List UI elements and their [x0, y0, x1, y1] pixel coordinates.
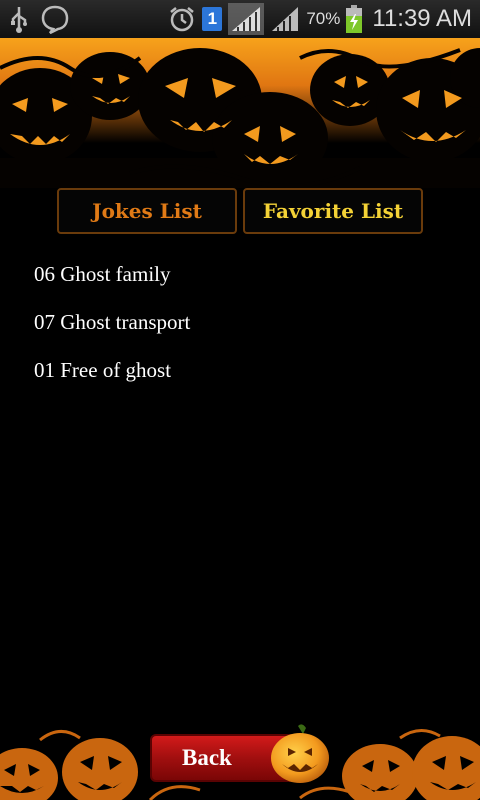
battery-charging-icon — [346, 5, 363, 33]
pumpkin-icon — [268, 722, 332, 786]
battery-percent: 70% — [306, 9, 341, 28]
tab-jokes-list[interactable]: Jokes List — [57, 188, 237, 234]
signal-icon — [270, 5, 300, 33]
header-pumpkin-banner — [0, 38, 480, 188]
alarm-icon — [168, 5, 196, 33]
list-item[interactable]: 07 Ghost transport — [34, 298, 454, 346]
list-item[interactable]: 01 Free of ghost — [34, 346, 454, 394]
signal-icon — [228, 3, 265, 35]
status-bar: 1 70% 11:39 AM — [0, 0, 480, 38]
tab-favorite-list[interactable]: Favorite List — [243, 188, 423, 234]
chat-bubble-icon — [40, 4, 70, 34]
joke-list: 06 Ghost family 07 Ghost transport 01 Fr… — [34, 250, 454, 394]
usb-icon — [8, 5, 30, 33]
back-button-label: Back — [182, 745, 232, 770]
tab-bar: Jokes List Favorite List — [0, 188, 480, 234]
list-item[interactable]: 06 Ghost family — [34, 250, 454, 298]
notification-badge-icon: 1 — [202, 7, 223, 31]
clock-time: 11:39 AM — [372, 5, 472, 32]
